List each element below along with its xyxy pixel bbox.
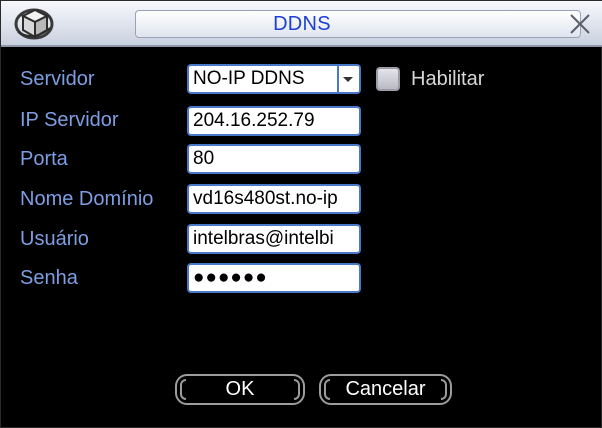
close-x-icon[interactable] [567, 12, 593, 36]
ip-servidor-field[interactable]: 204.16.252.79 [187, 106, 361, 136]
ip-servidor-label: IP Servidor [20, 109, 119, 131]
cancel-button[interactable]: Cancelar [319, 374, 452, 405]
senha-field[interactable]: ●●●●●● [187, 263, 361, 293]
servidor-value: NO-IP DDNS [193, 68, 305, 89]
dropdown-arrow-icon[interactable] [337, 66, 359, 92]
porta-field[interactable]: 80 [187, 144, 361, 174]
servidor-select[interactable]: NO-IP DDNS [187, 64, 361, 94]
window-title: DDNS [273, 13, 331, 35]
habilitar-checkbox[interactable] [376, 67, 400, 91]
servidor-label: Servidor [20, 68, 95, 90]
usuario-field[interactable]: intelbras@intelbi [187, 224, 361, 254]
title-bar[interactable]: DDNS [1, 1, 602, 47]
usuario-label: Usuário [20, 228, 89, 250]
nome-dominio-label: Nome Domínio [20, 188, 154, 210]
nome-dominio-field[interactable]: vd16s480st.no-ip [187, 184, 361, 214]
ddns-dialog: DDNS Servidor NO-IP DDNS Habilitar IP Se… [0, 0, 602, 428]
porta-label: Porta [20, 148, 68, 170]
ok-button[interactable]: OK [175, 374, 305, 405]
habilitar-label: Habilitar [411, 68, 485, 90]
senha-label: Senha [20, 267, 78, 289]
